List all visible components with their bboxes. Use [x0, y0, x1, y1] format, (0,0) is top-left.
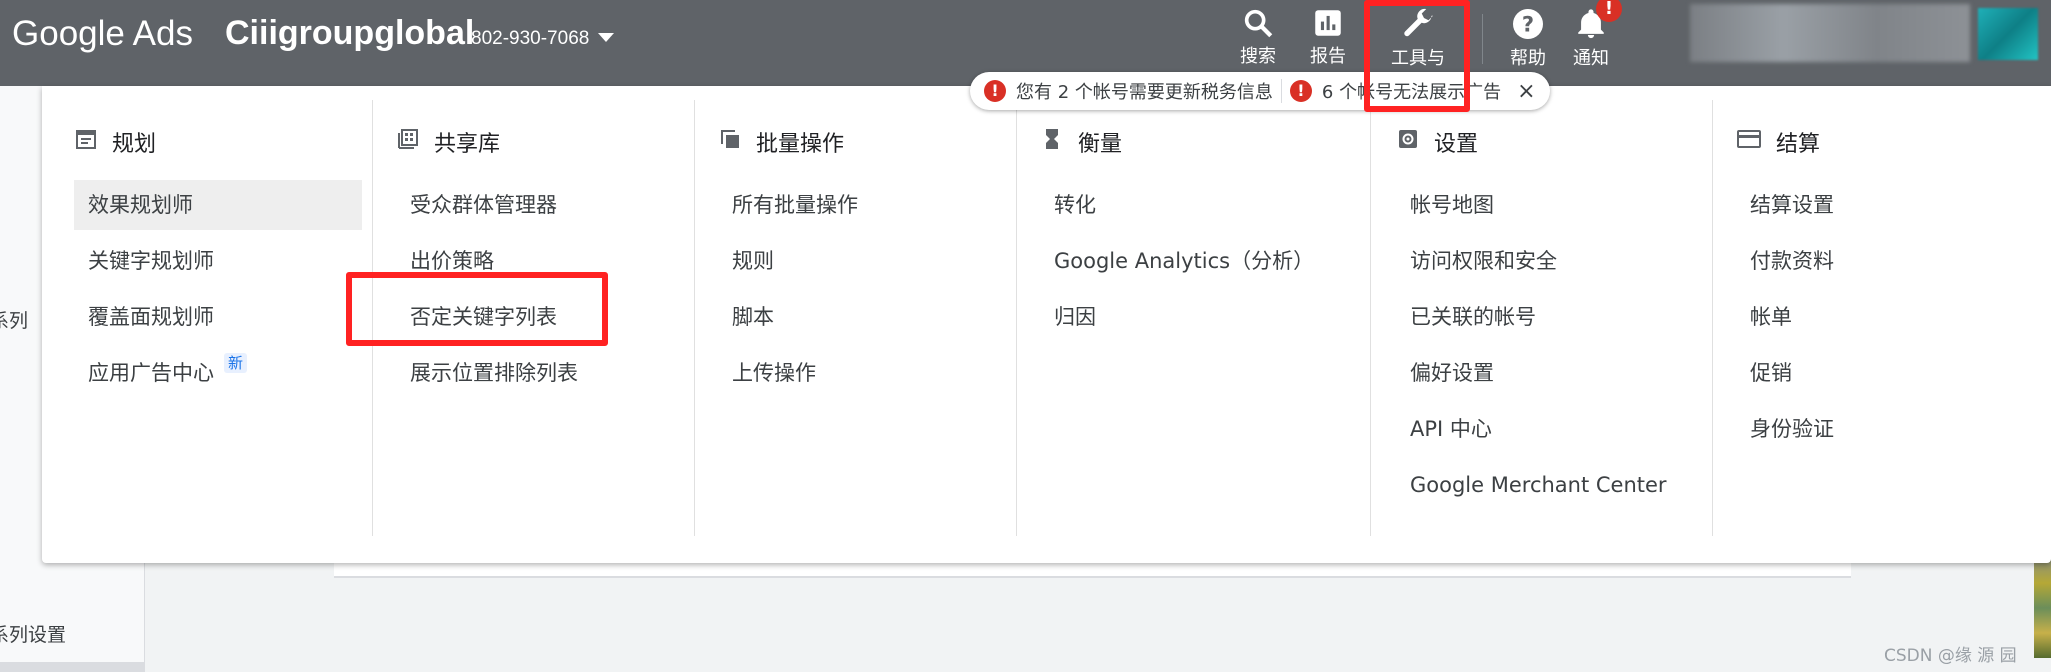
tools-menu-panel: 规划 效果规划师 关键字规划师 覆盖面规划师 应用广告中心新 共享库 受众群体管… [42, 86, 2051, 563]
menu-item-audience-manager[interactable]: 受众群体管理器 [396, 180, 557, 230]
hourglass-icon [1040, 127, 1064, 157]
calendar-icon [74, 127, 98, 157]
menu-item-api-center[interactable]: API 中心 [1396, 404, 1492, 454]
nav-divider [1482, 14, 1483, 64]
google-ads-logo[interactable]: Google Ads [12, 14, 193, 54]
watermark: CSDN @缘 源 园 [1884, 646, 2017, 666]
menu-item-reach-planner[interactable]: 覆盖面规划师 [74, 292, 214, 342]
menu-item-google-merchant-center[interactable]: Google Merchant Center [1396, 460, 1667, 510]
nav-search-label: 搜索 [1240, 46, 1276, 67]
menu-item-payments-profile[interactable]: 付款资料 [1736, 236, 1834, 286]
new-badge: 新 [224, 353, 248, 373]
menu-item-app-advertising-hub[interactable]: 应用广告中心新 [74, 348, 248, 398]
credit-card-icon [1736, 127, 1762, 157]
menu-heading-setup: 设置 [1396, 126, 1478, 158]
account-dropdown-icon[interactable] [598, 33, 614, 42]
settings-icon [1396, 127, 1420, 157]
nav-reports-label: 报告 [1310, 46, 1346, 67]
help-icon: ? [1513, 9, 1543, 39]
scroll-widget[interactable] [2034, 558, 2051, 658]
menu-heading-planning: 规划 [74, 126, 156, 158]
menu-column-measurement: 衡量 转化 Google Analytics（分析） 归因 [1024, 86, 1374, 552]
column-divider [1712, 100, 1713, 536]
menu-column-billing: 结算 结算设置 付款资料 帐单 促销 身份验证 [1720, 86, 2020, 552]
alert-divider [1280, 79, 1282, 103]
warning-icon: ! [1289, 80, 1312, 102]
close-icon[interactable]: × [1517, 79, 1535, 104]
account-name[interactable]: Ciiigroupglobal [225, 14, 474, 53]
search-icon [1244, 9, 1273, 38]
menu-item-keyword-planner[interactable]: 关键字规划师 [74, 236, 214, 286]
menu-item-account-map[interactable]: 帐号地图 [1396, 180, 1494, 230]
avatar[interactable] [1978, 8, 2038, 60]
menu-column-bulk-actions: 批量操作 所有批量操作 规则 脚本 上传操作 [702, 86, 1012, 552]
account-id[interactable]: 802-930-7068 [471, 28, 589, 50]
menu-item-google-analytics[interactable]: Google Analytics（分析） [1040, 236, 1314, 286]
nav-help-label: 帮助 [1510, 48, 1546, 69]
menu-item-promotions[interactable]: 促销 [1736, 348, 1792, 398]
menu-item-scripts[interactable]: 脚本 [718, 292, 774, 342]
sidebar-bottom-strip [0, 662, 144, 672]
sidebar-item-campaigns[interactable]: 系列 [0, 306, 28, 333]
menu-column-setup: 设置 帐号地图 访问权限和安全 已关联的帐号 偏好设置 API 中心 Googl… [1380, 86, 1710, 552]
menu-item-all-bulk-actions[interactable]: 所有批量操作 [718, 180, 858, 230]
menu-heading-shared-library: 共享库 [396, 126, 500, 158]
column-divider [1370, 100, 1371, 536]
menu-item-app-hub-label: 应用广告中心 [88, 361, 214, 385]
menu-item-verification[interactable]: 身份验证 [1736, 404, 1834, 454]
warning-icon: ! [984, 80, 1006, 102]
menu-item-invoices[interactable]: 帐单 [1736, 292, 1792, 342]
menu-column-planning: 规划 效果规划师 关键字规划师 覆盖面规划师 应用广告中心新 [58, 86, 378, 552]
alert-tax-info[interactable]: 您有 2 个帐号需要更新税务信息 [1016, 78, 1273, 104]
nav-help-button[interactable]: ? 帮助 [1496, 4, 1560, 76]
nav-search-button[interactable]: 搜索 [1226, 4, 1290, 76]
sidebar-item-campaign-settings[interactable]: 系列设置 [0, 620, 66, 647]
column-divider [1016, 100, 1017, 536]
menu-item-performance-planner[interactable]: 效果规划师 [74, 180, 362, 230]
library-icon [396, 127, 420, 157]
menu-heading-billing: 结算 [1736, 126, 1820, 158]
menu-item-billing-settings[interactable]: 结算设置 [1736, 180, 1834, 230]
menu-item-uploads[interactable]: 上传操作 [718, 348, 816, 398]
menu-item-linked-accounts[interactable]: 已关联的帐号 [1396, 292, 1536, 342]
menu-heading-measurement: 衡量 [1040, 126, 1122, 158]
menu-item-access-and-security[interactable]: 访问权限和安全 [1396, 236, 1557, 286]
menu-heading-bulk-actions: 批量操作 [718, 126, 844, 158]
highlight-box-tools [1364, 0, 1470, 112]
nav-reports-button[interactable]: 报告 [1296, 4, 1360, 76]
copy-icon [718, 127, 742, 157]
svg-text:?: ? [1522, 13, 1534, 37]
column-divider [694, 100, 695, 536]
menu-item-conversions[interactable]: 转化 [1040, 180, 1096, 230]
menu-item-attribution[interactable]: 归因 [1040, 292, 1096, 342]
nav-notifications-label: 通知 [1573, 48, 1609, 69]
menu-item-rules[interactable]: 规则 [718, 236, 774, 286]
menu-item-placement-exclusion-lists[interactable]: 展示位置排除列表 [396, 348, 578, 398]
menu-item-preferences[interactable]: 偏好设置 [1396, 348, 1494, 398]
highlight-box-negative-keywords [346, 272, 608, 346]
blurred-user-info [1690, 4, 1970, 62]
bar-chart-icon [1315, 10, 1341, 36]
